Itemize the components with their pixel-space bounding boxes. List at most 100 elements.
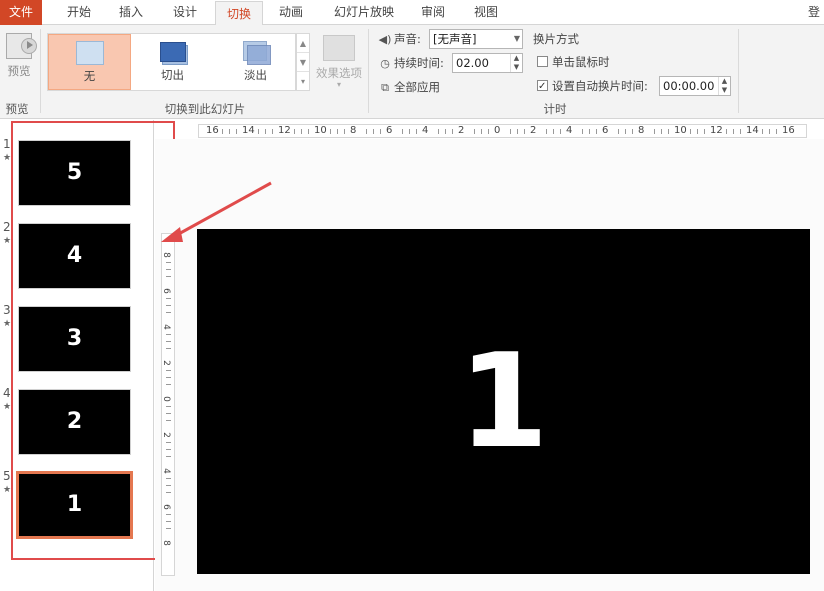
duration-value: 02.00	[456, 56, 489, 70]
slide-number: 4	[3, 386, 11, 400]
ruler-tick	[166, 269, 171, 270]
ruler-label: 8	[160, 252, 171, 258]
tab-insert[interactable]: 插入	[110, 0, 152, 25]
ruler-tick	[589, 129, 590, 134]
duration-stepper[interactable]: ▲ ▼	[510, 54, 522, 72]
ruler-tick	[166, 370, 171, 371]
ruler-tick	[445, 129, 446, 134]
preview-button-label: 预览	[7, 64, 31, 78]
tab-file[interactable]: 文件	[0, 0, 42, 25]
clock-icon: ◷	[380, 57, 390, 70]
horizontal-ruler: 16 14 12 10 8 6 4 2 0 2 4 6 8 10 12 14 16	[198, 124, 807, 138]
gallery-scroll-down-icon[interactable]: ▼	[297, 53, 309, 72]
ruler-tick	[661, 129, 662, 134]
ruler-label: 10	[314, 125, 327, 136]
tab-slide-show[interactable]: 幻灯片放映	[327, 0, 401, 25]
duration-input[interactable]: 02.00 ▲ ▼	[452, 53, 523, 73]
ruler-label: 4	[160, 468, 171, 474]
ruler-tick	[596, 129, 597, 134]
ruler-label: 2	[530, 125, 537, 136]
effect-options-icon	[323, 35, 355, 61]
transition-none[interactable]: 无	[48, 34, 131, 90]
ruler-label: 8	[160, 540, 171, 546]
ruler-tick	[524, 129, 525, 134]
after-time-option[interactable]: 设置自动换片时间:	[537, 76, 648, 97]
on-mouse-click-checkbox[interactable]	[537, 56, 548, 67]
ruler-label: 2	[458, 125, 465, 136]
ruler-tick	[166, 377, 171, 378]
ruler-tick	[166, 442, 171, 443]
after-time-stepper[interactable]: ▲ ▼	[718, 77, 730, 95]
ruler-tick	[654, 129, 655, 134]
ruler-label: 6	[602, 125, 609, 136]
transition-fade-label: 淡出	[244, 68, 267, 82]
ruler-tick	[560, 129, 561, 134]
ruler-tick	[166, 449, 171, 450]
ruler-label: 6	[160, 504, 171, 510]
preview-icon	[6, 33, 37, 59]
main-slide[interactable]: 1	[197, 229, 810, 574]
ruler-tick	[618, 129, 619, 134]
tab-home[interactable]: 开始	[58, 0, 100, 25]
ruler-tick	[166, 413, 171, 414]
ruler-tick	[625, 129, 626, 134]
preview-button[interactable]: 预览	[2, 33, 37, 85]
after-time-label: 设置自动换片时间:	[552, 79, 648, 93]
ruler-tick	[553, 129, 554, 134]
ruler-tick	[517, 129, 518, 134]
gallery-scroll-up-icon[interactable]: ▲	[297, 34, 309, 53]
tab-view[interactable]: 视图	[465, 0, 507, 25]
transition-star-icon: ★	[3, 319, 12, 329]
ruler-tick	[582, 129, 583, 134]
ruler-tick	[258, 129, 259, 134]
tab-animations[interactable]: 动画	[270, 0, 312, 25]
ruler-tick	[330, 129, 331, 134]
ruler-tick	[769, 129, 770, 134]
ruler-tick	[294, 129, 295, 134]
gallery-scrollbar: ▲ ▼ ▾	[296, 33, 310, 91]
tab-transitions[interactable]: 切换	[215, 1, 263, 26]
ruler-tick	[726, 129, 727, 134]
transitions-group-label: 切换到此幻灯片	[164, 102, 246, 116]
after-time-input[interactable]: 00:00.00 ▲ ▼	[659, 76, 731, 96]
ruler-tick	[265, 129, 266, 134]
ruler-tick	[166, 420, 171, 421]
sound-select[interactable]: [无声音] ▼	[429, 29, 523, 49]
transition-cut[interactable]: 切出	[131, 34, 214, 90]
ruler-tick	[632, 129, 633, 134]
tab-design[interactable]: 设计	[164, 0, 206, 25]
ruler-tick	[704, 129, 705, 134]
ruler-tick	[762, 129, 763, 134]
on-mouse-click-option[interactable]: 单击鼠标时	[537, 52, 610, 72]
apply-to-all-button[interactable]: ⧉ 全部应用	[378, 77, 440, 97]
ruler-tick	[474, 129, 475, 134]
slide-number: 1	[3, 137, 11, 151]
ruler-tick	[438, 129, 439, 134]
sign-in-link[interactable]: 登	[804, 0, 824, 25]
transition-fade[interactable]: 淡出	[214, 34, 297, 90]
gallery-more-icon[interactable]: ▾	[297, 72, 309, 91]
tab-review[interactable]: 审阅	[412, 0, 454, 25]
after-time-checkbox[interactable]	[537, 77, 548, 97]
after-time-value: 00:00.00	[663, 79, 715, 93]
vertical-ruler: 8 6 4 2 0 2 4 6 8	[161, 233, 175, 576]
ruler-label: 12	[278, 125, 291, 136]
annotation-highlight-box	[11, 121, 175, 560]
ruler-tick	[510, 129, 511, 134]
ruler-tick	[697, 129, 698, 134]
ruler-tick	[166, 528, 171, 529]
ruler-tick	[166, 305, 171, 306]
ruler-tick	[409, 129, 410, 134]
ruler-label: 0	[160, 396, 171, 402]
ribbon: 预览 预览 无 切出 淡出 ▲ ▼ ▾ 效果选项 ▾ 切换到此幻灯片 ◀) 声音:…	[0, 25, 824, 119]
slide-number: 2	[3, 220, 11, 234]
ruler-tick	[166, 456, 171, 457]
transition-cut-label: 切出	[161, 68, 184, 82]
effect-options-button[interactable]: 效果选项 ▾	[316, 33, 362, 93]
ruler-tick	[236, 129, 237, 134]
ruler-tick	[166, 298, 171, 299]
ribbon-tab-bar: 文件 开始 插入 设计 切换 动画 幻灯片放映 审阅 视图 登	[0, 0, 824, 26]
group-divider	[368, 29, 369, 113]
slide-number: 5	[3, 469, 11, 483]
ruler-label: 14	[746, 125, 759, 136]
